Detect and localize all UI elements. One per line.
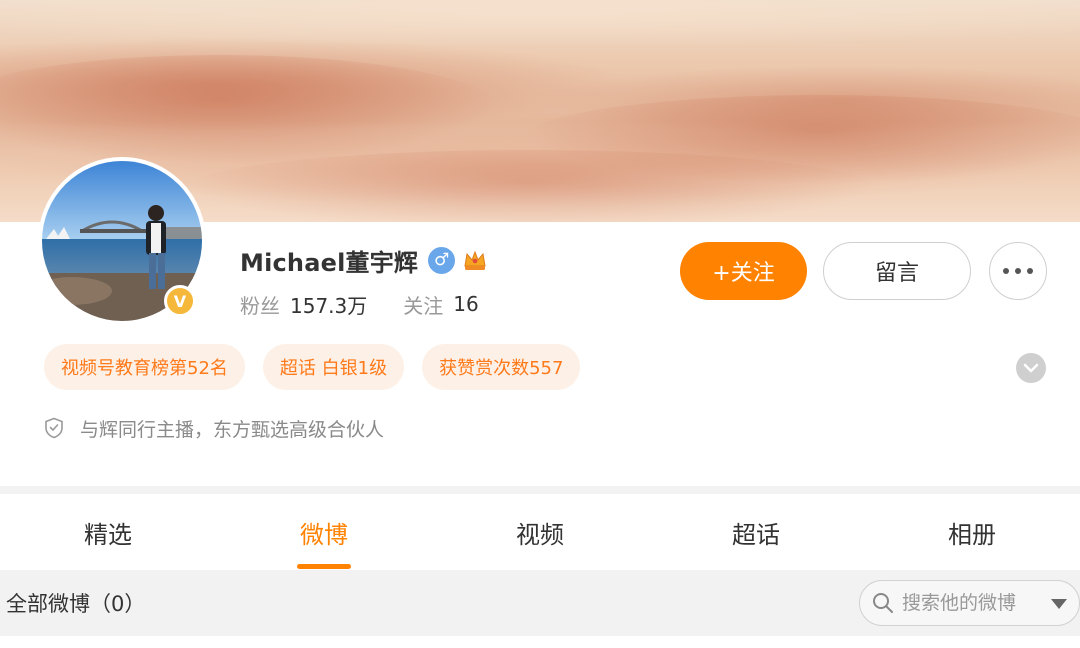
stats-row: 粉丝 157.3万 关注 16 — [240, 288, 479, 320]
cover-dune — [180, 150, 880, 222]
tab-video[interactable]: 视频 — [432, 494, 648, 570]
all-posts-filter[interactable]: 全部微博（0） — [6, 570, 145, 636]
tag-list: 视频号教育榜第52名 超话 白银1级 获赞赏次数557 — [44, 344, 598, 390]
caret-down-icon[interactable] — [1051, 599, 1067, 609]
cover-dune — [0, 55, 500, 165]
bio-row: 与辉同行主播，东方甄选高级合伙人 — [44, 414, 384, 442]
search-box[interactable] — [859, 580, 1080, 626]
tag-chip[interactable]: 获赞赏次数557 — [422, 344, 581, 390]
more-dots-icon[interactable] — [989, 242, 1047, 300]
male-icon: ♂ — [428, 246, 456, 274]
tab-featured[interactable]: 精选 — [0, 494, 216, 570]
tag-chip[interactable]: 视频号教育榜第52名 — [44, 344, 245, 390]
search-input[interactable] — [902, 592, 1042, 614]
tag-chip[interactable]: 超话 白银1级 — [262, 344, 405, 390]
followers-count[interactable]: 157.3万 — [290, 290, 367, 319]
shield-check-icon — [45, 417, 63, 439]
filter-bar: 全部微博（0） — [0, 570, 1080, 636]
followers-label[interactable]: 粉丝 — [240, 290, 280, 319]
section-divider — [0, 486, 1080, 494]
follow-button[interactable]: +关注 — [680, 242, 807, 300]
bottom-strip — [0, 636, 1080, 648]
tab-supertopic[interactable]: 超话 — [648, 494, 864, 570]
tab-weibo[interactable]: 微博 — [216, 494, 432, 570]
active-tab-indicator — [297, 564, 351, 569]
following-count[interactable]: 16 — [453, 292, 478, 316]
verified-mark: V — [173, 291, 187, 311]
user-name: Michael董宇辉 — [240, 248, 419, 277]
profile-tabs: 精选 微博 视频 超话 相册 — [0, 494, 1080, 570]
following-label[interactable]: 关注 — [403, 290, 443, 319]
chevron-down-icon[interactable] — [1016, 353, 1046, 383]
bio-text: 与辉同行主播，东方甄选高级合伙人 — [80, 418, 385, 441]
tab-album[interactable]: 相册 — [864, 494, 1080, 570]
search-icon — [873, 593, 893, 613]
name-row: Michael董宇辉 ♂ — [240, 242, 489, 278]
message-button[interactable]: 留言 — [823, 242, 971, 300]
verified-v-icon: V — [164, 285, 196, 317]
crown-icon[interactable] — [461, 246, 489, 274]
